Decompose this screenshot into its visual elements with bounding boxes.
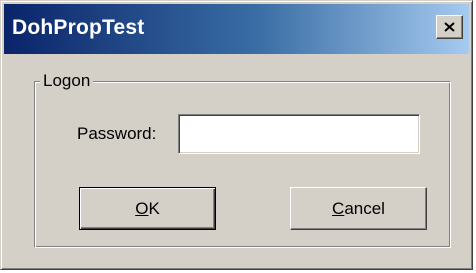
cancel-button[interactable]: Cancel <box>290 187 427 230</box>
close-button[interactable] <box>436 15 463 39</box>
password-field[interactable] <box>178 114 420 154</box>
logon-group-label: Logon <box>40 70 94 92</box>
ok-button-label: K <box>148 198 160 218</box>
password-label: Password: <box>77 124 157 143</box>
cancel-button-accel: C <box>332 198 345 218</box>
cancel-button-label: ancel <box>344 198 385 218</box>
ok-button[interactable]: OK <box>79 187 216 230</box>
window-title: DohPropTest <box>12 16 145 39</box>
title-bar[interactable]: DohPropTest <box>4 4 469 54</box>
close-icon <box>444 22 455 32</box>
ok-button-accel: O <box>135 198 149 218</box>
